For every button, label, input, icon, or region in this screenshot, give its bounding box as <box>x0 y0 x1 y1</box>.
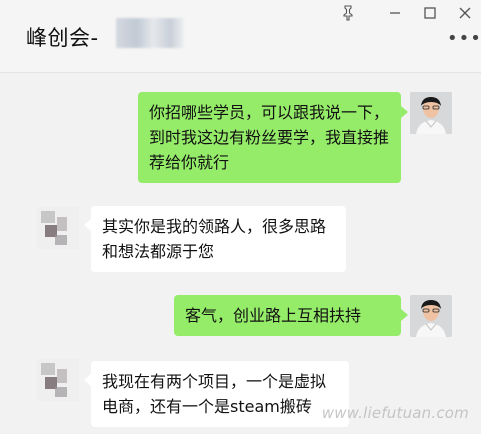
message-tail-2 <box>84 219 91 231</box>
close-icon-svg <box>459 7 471 19</box>
contact-avatar[interactable] <box>37 359 79 401</box>
contact-avatar[interactable] <box>37 207 79 249</box>
blurred-avatar-icon <box>37 207 79 249</box>
pin-icon[interactable] <box>339 4 357 22</box>
person-icon <box>410 92 452 134</box>
message-bubble-1[interactable]: 你招哪些学员，可以跟我说一下，到时我这边有粉丝要学，我直接推荐给你就行 <box>138 92 401 183</box>
blurred-avatar-icon <box>37 359 79 401</box>
message-tail-1 <box>401 106 408 118</box>
person-icon <box>410 295 452 337</box>
maximize-icon[interactable] <box>421 4 439 22</box>
message-tail-3 <box>401 309 408 321</box>
chat-title: 峰创会- <box>26 26 99 50</box>
pin-icon-svg <box>343 5 353 21</box>
my-avatar[interactable] <box>410 295 452 337</box>
watermark: www.liefutuan.com <box>321 404 469 422</box>
message-bubble-2[interactable]: 其实你是我的领路人，很多思路和想法都源于您 <box>91 206 346 272</box>
message-bubble-4[interactable]: 我现在有两个项目，一个是虚拟电商，还有一个是steam搬砖 <box>91 361 349 427</box>
more-icon[interactable]: ••• <box>447 30 481 50</box>
maximize-icon-svg <box>424 7 436 19</box>
my-avatar[interactable] <box>410 92 452 134</box>
close-icon[interactable] <box>456 4 474 22</box>
message-bubble-3[interactable]: 客气，创业路上互相扶持 <box>174 295 401 336</box>
minimize-icon[interactable] <box>386 4 404 22</box>
chat-header: 峰创会- ••• <box>0 0 481 73</box>
title-redaction-mask <box>116 18 184 48</box>
minimize-icon-svg <box>390 12 400 14</box>
message-tail-4 <box>84 374 91 386</box>
